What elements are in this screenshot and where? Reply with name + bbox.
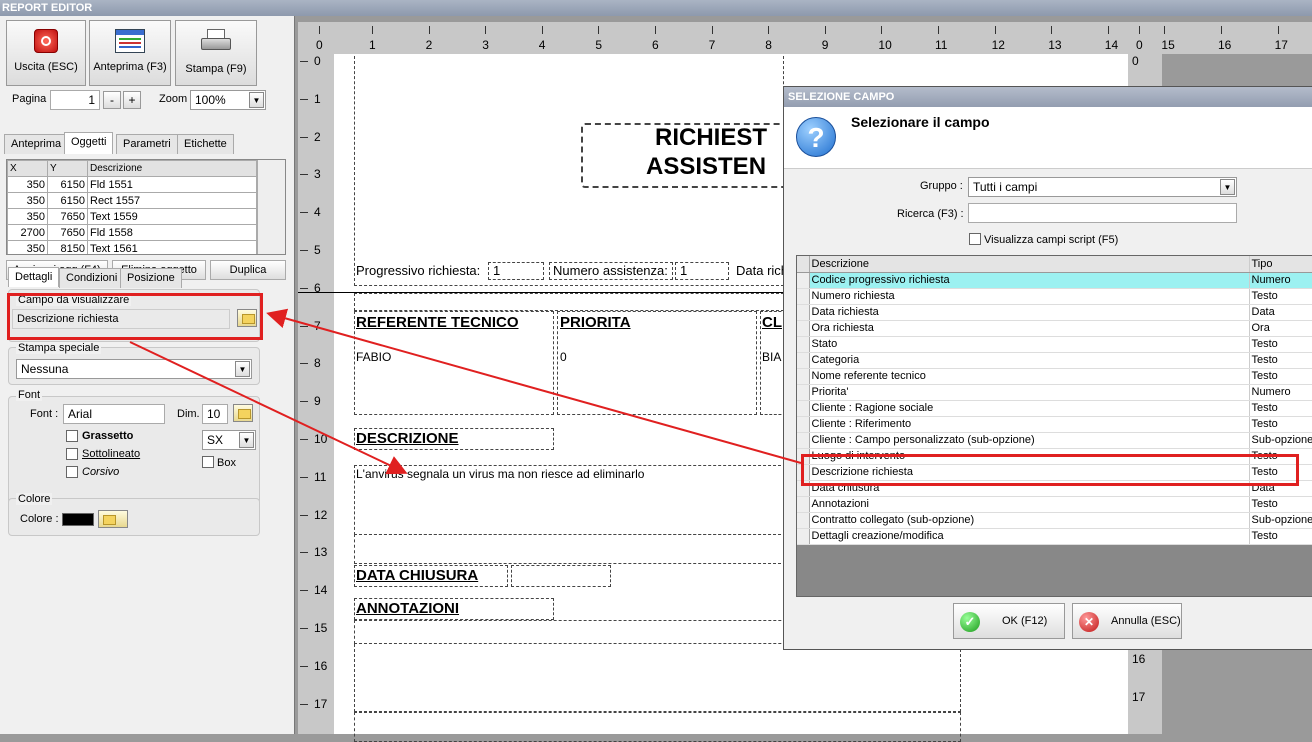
annotation-arrow-to-report — [129, 341, 408, 475]
annotation-arrows — [129, 308, 802, 475]
annotation-arrow-to-field — [266, 308, 802, 464]
